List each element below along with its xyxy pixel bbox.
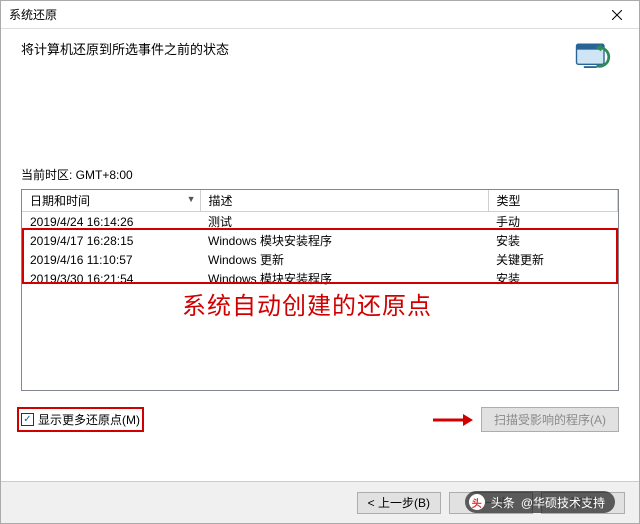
col-type[interactable]: 类型 [488,190,618,212]
cell-type: 手动 [488,212,618,232]
next-button[interactable]: 下一步 [449,492,533,514]
col-date-label: 日期和时间 [30,194,90,208]
cell-date: 2019/4/16 11:10:57 [22,250,200,269]
cell-type: 安装 [488,269,618,288]
table-row[interactable]: 2019/4/24 16:14:26 测试 手动 [22,212,618,232]
scan-affected-programs-button[interactable]: 扫描受影响的程序(A) [481,407,619,432]
annotation-text: 系统自动创建的还原点 [182,286,432,321]
back-button[interactable]: < 上一步(B) [357,492,441,514]
wizard-body: 当前时区: GMT+8:00 日期和时间 ▼ 描述 [1,166,639,432]
col-desc[interactable]: 描述 [200,190,488,212]
show-more-label: 显示更多还原点(M) [38,411,140,428]
restore-points-table[interactable]: 日期和时间 ▼ 描述 类型 2019/4/24 16:14:26 [21,189,619,391]
cell-desc: Windows 模块安装程序 [200,231,488,250]
wizard-buttons: < 上一步(B) 下一步 取消 [1,481,639,523]
timezone-label: 当前时区: GMT+8:00 [21,166,619,183]
cell-type: 安装 [488,231,618,250]
checkbox-icon: ✓ [21,413,34,426]
close-button[interactable] [595,1,639,29]
cancel-button[interactable]: 取消 [541,492,625,514]
system-restore-window: 系统还原 将计算机还原到所选事件之前的状态 当前时区: GMT+8:00 [0,0,640,524]
table-row[interactable]: 2019/4/16 11:10:57 Windows 更新 关键更新 [22,250,618,269]
sort-desc-icon: ▼ [187,194,196,204]
table-row[interactable]: 2019/4/17 16:28:15 Windows 模块安装程序 安装 [22,231,618,250]
system-restore-icon [571,35,615,79]
window-title: 系统还原 [9,6,57,23]
annotation-arrow-icon [433,412,473,428]
col-type-label: 类型 [497,194,521,208]
col-date[interactable]: 日期和时间 ▼ [22,190,200,212]
wizard-subtitle: 将计算机还原到所选事件之前的状态 [21,39,619,58]
cell-type: 关键更新 [488,250,618,269]
wizard-header: 将计算机还原到所选事件之前的状态 [1,29,639,74]
cell-date: 2019/4/24 16:14:26 [22,212,200,232]
cell-desc: Windows 更新 [200,250,488,269]
options-row: ✓ 显示更多还原点(M) 扫描受影响的程序(A) [21,407,619,432]
col-desc-label: 描述 [209,194,233,208]
table-row[interactable]: 2019/3/30 16:21:54 Windows 模块安装程序 安装 [22,269,618,288]
show-more-checkbox[interactable]: ✓ 显示更多还原点(M) [21,411,140,428]
cell-desc: 测试 [200,212,488,232]
cell-date: 2019/4/17 16:28:15 [22,231,200,250]
cell-desc: Windows 模块安装程序 [200,269,488,288]
titlebar: 系统还原 [1,1,639,29]
cell-date: 2019/3/30 16:21:54 [22,269,200,288]
close-icon [612,10,622,20]
